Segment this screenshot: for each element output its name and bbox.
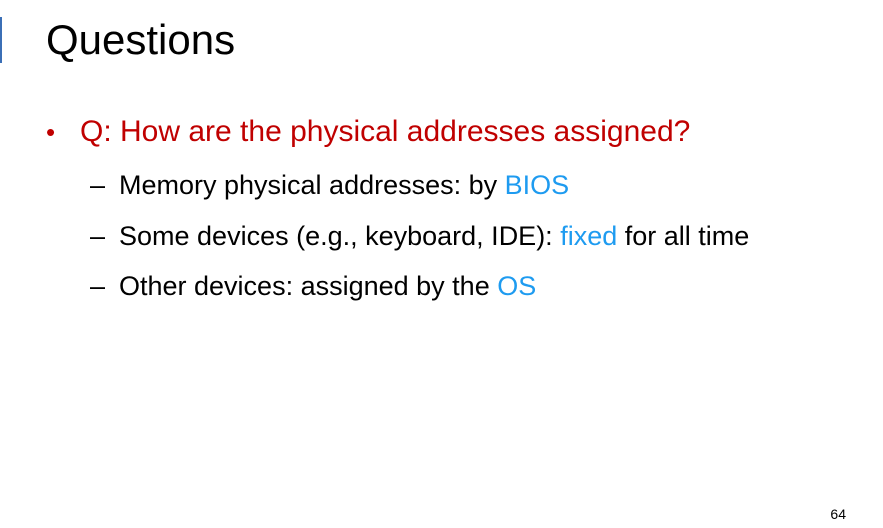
sub-bullet-text: Other devices: assigned by the OS [119, 268, 536, 304]
sub-bullet-marker: – [90, 271, 106, 301]
sub-bullet-suffix: for all time [617, 221, 750, 251]
bullet-marker: • [46, 117, 56, 147]
sub-bullet-prefix: Other devices: assigned by the [119, 271, 498, 301]
sub-bullet-text: Some devices (e.g., keyboard, IDE): fixe… [119, 218, 749, 254]
title-accent-bar [0, 17, 2, 63]
sub-bullet-prefix: Memory physical addresses: by [119, 170, 505, 200]
slide-title: Questions [46, 16, 236, 63]
sub-bullet-prefix: Some devices (e.g., keyboard, IDE): [119, 221, 561, 251]
question-text: Q: How are the physical addresses assign… [80, 115, 691, 148]
sub-bullet-highlight: fixed [560, 221, 618, 251]
sub-bullet-marker: – [90, 170, 106, 200]
sub-bullet-text: Memory physical addresses: by BIOS [119, 167, 569, 203]
sub-bullet-highlight: BIOS [504, 170, 570, 200]
sub-bullet-marker: – [90, 221, 106, 251]
page-number: 64 [830, 506, 846, 522]
sub-bullet-highlight: OS [497, 271, 537, 301]
